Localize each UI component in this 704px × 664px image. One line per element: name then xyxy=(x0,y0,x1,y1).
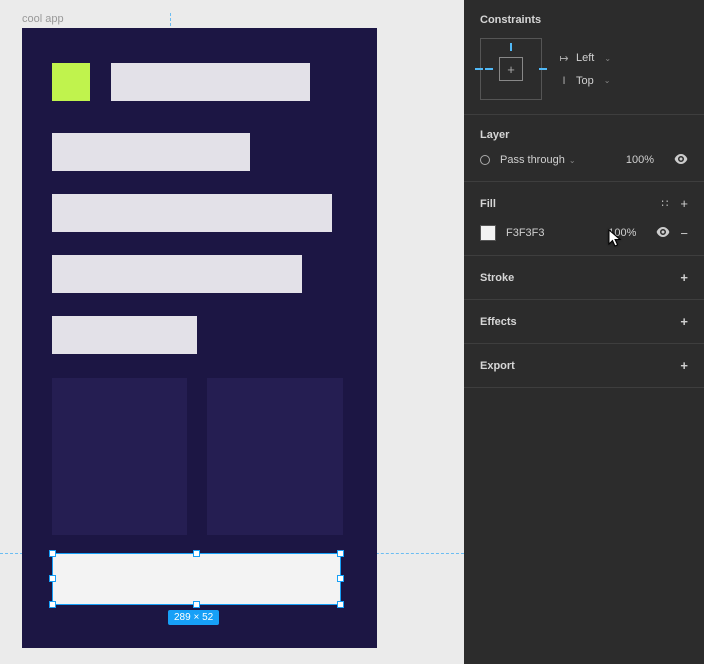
chevron-down-icon: ⌄ xyxy=(569,156,576,165)
constraint-tick-right-outer xyxy=(539,68,547,70)
constraint-h-value: Left xyxy=(576,52,594,64)
resize-handle-br[interactable] xyxy=(337,601,344,608)
constraint-vertical-dropdown[interactable]: I Top ⌄ xyxy=(558,75,611,87)
layer-section: Layer Pass through ⌄ 100% xyxy=(464,115,704,182)
add-fill-icon[interactable]: + xyxy=(680,196,688,211)
stroke-title: Stroke xyxy=(480,272,514,284)
fill-title: Fill xyxy=(480,198,496,210)
blend-mode-icon xyxy=(480,155,490,165)
fill-visibility-icon[interactable] xyxy=(656,226,670,240)
resize-handle-tl[interactable] xyxy=(49,550,56,557)
constraints-section: Constraints + ↦ Left ⌄ I Top ⌄ xyxy=(464,0,704,115)
layer-rect-2[interactable] xyxy=(52,133,250,171)
effects-section: Effects + xyxy=(464,300,704,344)
chevron-down-icon: ⌄ xyxy=(604,54,611,63)
fill-opacity-input[interactable]: 100% xyxy=(608,227,636,239)
export-section: Export + xyxy=(464,344,704,388)
style-icon[interactable]: ∷ xyxy=(661,197,666,210)
constraint-center-icon: + xyxy=(499,57,523,81)
chevron-down-icon: ⌄ xyxy=(604,76,611,85)
blend-mode-dropdown[interactable]: Pass through ⌄ xyxy=(500,154,616,166)
fill-color-swatch[interactable] xyxy=(480,225,496,241)
layer-title: Layer xyxy=(480,129,688,141)
constraint-horizontal-dropdown[interactable]: ↦ Left ⌄ xyxy=(558,52,611,65)
text-vertical-icon: I xyxy=(558,75,570,87)
layer-card-2[interactable] xyxy=(207,378,343,535)
constraint-tick-left-outer xyxy=(475,68,483,70)
inspector-panel: Constraints + ↦ Left ⌄ I Top ⌄ xyxy=(464,0,704,664)
fill-section: Fill ∷ + F3F3F3 100% − xyxy=(464,182,704,256)
selected-layer[interactable] xyxy=(52,553,341,605)
export-title: Export xyxy=(480,360,515,372)
constraint-v-value: Top xyxy=(576,75,594,87)
layer-opacity-input[interactable]: 100% xyxy=(626,154,654,166)
resize-handle-tr[interactable] xyxy=(337,550,344,557)
resize-handle-bl[interactable] xyxy=(49,601,56,608)
resize-handle-tm[interactable] xyxy=(193,550,200,557)
layer-rect-3[interactable] xyxy=(52,194,332,232)
resize-handle-ml[interactable] xyxy=(49,575,56,582)
frame-label[interactable]: cool app xyxy=(22,13,464,25)
size-badge: 289 × 52 xyxy=(168,610,219,625)
visibility-icon[interactable] xyxy=(674,153,688,167)
layer-card-1[interactable] xyxy=(52,378,187,535)
add-export-icon[interactable]: + xyxy=(680,358,688,373)
effects-title: Effects xyxy=(480,316,517,328)
constraint-tick-left xyxy=(485,68,493,70)
stroke-section: Stroke + xyxy=(464,256,704,300)
add-stroke-icon[interactable]: + xyxy=(680,270,688,285)
canvas[interactable]: cool app 289 × 52 xyxy=(0,0,464,664)
layer-green-block[interactable] xyxy=(52,63,90,101)
constraint-widget[interactable]: + xyxy=(480,38,542,100)
constraints-title: Constraints xyxy=(480,14,688,26)
layer-rect-1[interactable] xyxy=(111,63,310,101)
remove-fill-icon[interactable]: − xyxy=(680,226,688,241)
resize-handle-bm[interactable] xyxy=(193,601,200,608)
fill-hex-input[interactable]: F3F3F3 xyxy=(506,227,598,239)
arrow-horizontal-icon: ↦ xyxy=(558,52,570,65)
constraint-tick-top xyxy=(510,43,512,51)
frame[interactable]: 289 × 52 xyxy=(22,28,377,648)
blend-mode-value: Pass through xyxy=(500,154,565,166)
add-effect-icon[interactable]: + xyxy=(680,314,688,329)
resize-handle-mr[interactable] xyxy=(337,575,344,582)
layer-rect-4[interactable] xyxy=(52,255,302,293)
layer-rect-5[interactable] xyxy=(52,316,197,354)
